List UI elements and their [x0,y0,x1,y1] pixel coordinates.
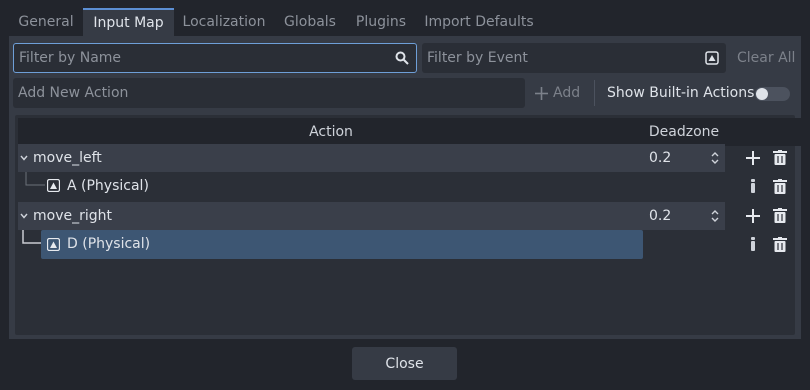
trash-icon[interactable] [772,178,788,194]
add-action-button[interactable]: Add [535,78,580,108]
show-builtin-actions-toggle[interactable] [755,87,790,101]
tab-import-defaults[interactable]: Import Defaults [418,8,540,36]
spinner-arrows-icon[interactable] [710,209,720,223]
plus-icon [535,86,548,100]
tab-input-map[interactable]: Input Map [83,8,174,36]
clear-all-button[interactable]: Clear All [737,43,795,73]
tab-bar: General Input Map Localization Globals P… [0,8,810,36]
add-new-action-input[interactable] [13,78,525,108]
search-icon[interactable] [394,50,410,66]
toggle-knob [756,88,768,100]
chevron-down-icon[interactable] [19,152,29,164]
spinner-arrows-icon[interactable] [710,151,720,165]
plus-icon[interactable] [745,150,761,166]
edit-icon[interactable] [748,236,758,252]
trash-icon[interactable] [772,149,788,165]
filter-by-event-input[interactable] [422,43,726,73]
filter-by-name-input[interactable] [14,44,416,72]
separator [594,80,595,106]
event-label[interactable]: A (Physical) [67,172,149,200]
tab-general[interactable]: General [10,8,82,36]
column-header-action: Action [309,124,353,140]
action-tree: Action Deadzone move_left 0.2 A (Physica… [15,115,805,335]
tab-plugins[interactable]: Plugins [348,8,414,36]
tab-globals[interactable]: Globals [275,8,345,36]
chevron-down-icon[interactable] [19,210,29,222]
plus-icon[interactable] [745,208,761,224]
keyboard-icon [46,237,60,251]
deadzone-value[interactable]: 0.2 [649,202,671,230]
event-label[interactable]: D (Physical) [67,230,150,258]
tree-header: Action Deadzone [18,118,805,146]
add-new-action-field[interactable] [13,78,525,108]
deadzone-value[interactable]: 0.2 [649,144,671,172]
column-header-deadzone: Deadzone [648,124,720,140]
edit-icon[interactable] [748,178,758,194]
action-row-move-left[interactable] [18,144,725,172]
tab-localization[interactable]: Localization [176,8,272,36]
filter-by-name-field[interactable] [13,43,417,73]
action-row-move-right[interactable] [18,202,725,230]
action-name: move_left [33,150,102,166]
keyboard-icon [46,178,60,192]
trash-icon[interactable] [772,236,788,252]
trash-icon[interactable] [772,207,788,223]
close-button[interactable]: Close [352,347,457,380]
tree-connector [25,172,45,186]
add-action-label: Add [553,85,581,101]
keyboard-icon[interactable] [704,50,720,66]
action-name: move_right [33,208,112,224]
show-builtin-actions-label: Show Built-in Actions [607,85,755,101]
filter-by-event-field[interactable] [422,43,726,73]
